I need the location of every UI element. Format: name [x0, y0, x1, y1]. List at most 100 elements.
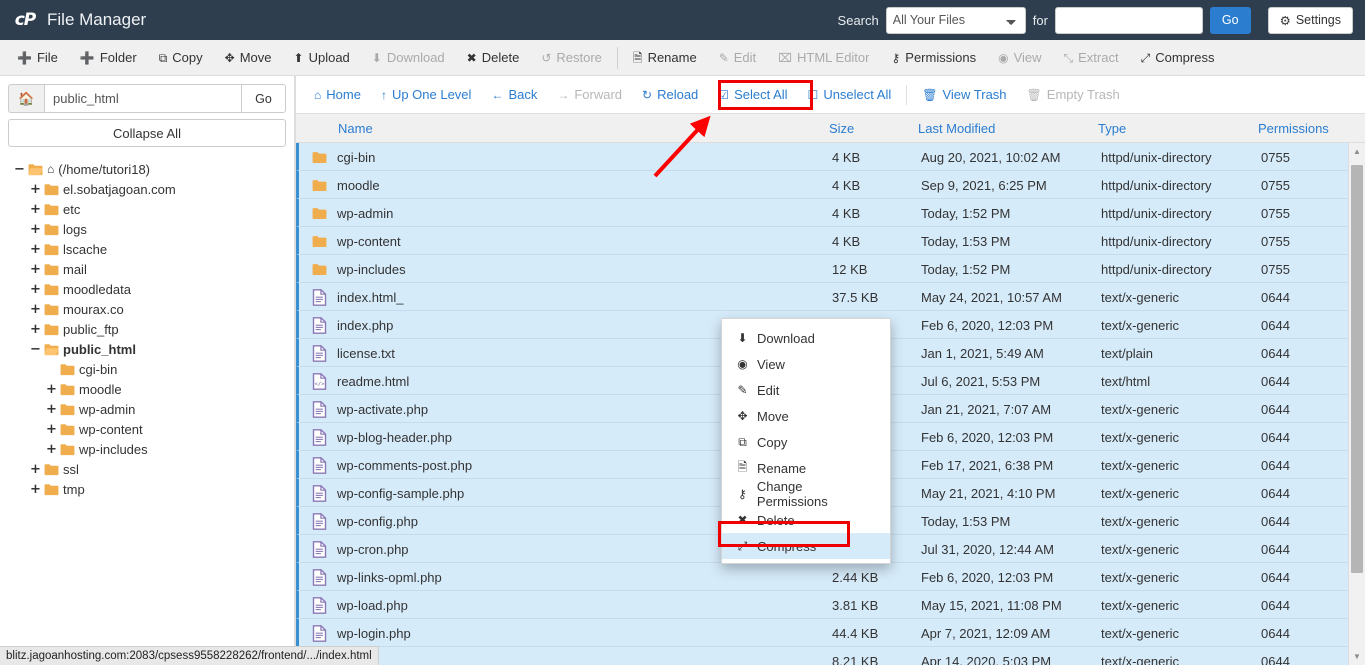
tree-node-public_html[interactable]: − public_html — [8, 339, 286, 359]
file-name[interactable]: wp-config-sample.php — [337, 479, 464, 507]
toolbar-button-rename[interactable]: 🗎 Rename — [622, 44, 708, 72]
nav-button-home[interactable]: ⌂ Home — [304, 82, 371, 108]
file-name[interactable]: readme.html — [337, 367, 409, 395]
tree-node-mourax.co[interactable]: + mourax.co — [8, 299, 286, 319]
column-header-type[interactable]: Type — [1098, 114, 1126, 143]
toolbar-button-upload[interactable]: ⬆ Upload — [283, 44, 361, 72]
context-menu-item-rename[interactable]: 🗎 Rename — [722, 455, 890, 481]
column-header-name[interactable]: Name — [338, 114, 373, 143]
tree-node-moodle[interactable]: + moodle — [8, 379, 286, 399]
expand-icon[interactable]: + — [46, 382, 57, 397]
expand-icon[interactable]: + — [30, 302, 41, 317]
path-input[interactable] — [44, 84, 241, 113]
expand-icon[interactable]: + — [30, 322, 41, 337]
context-menu-item-download[interactable]: ⬇ Download — [722, 325, 890, 351]
expand-icon[interactable]: + — [30, 222, 41, 237]
scroll-up-arrow-icon[interactable]: ▲ — [1349, 143, 1365, 160]
table-row[interactable]: index.html_ 37.5 KB May 24, 2021, 10:57 AM… — [296, 283, 1365, 311]
expand-icon[interactable]: + — [30, 482, 41, 497]
column-header-permissions[interactable]: Permissions — [1258, 114, 1329, 143]
file-name[interactable]: wp-blog-header.php — [337, 423, 452, 451]
toolbar-button-copy[interactable]: ⧉ Copy — [148, 44, 214, 72]
collapse-all-button[interactable]: Collapse All — [8, 119, 286, 147]
expand-icon[interactable]: + — [30, 282, 41, 297]
expand-icon[interactable]: + — [30, 262, 41, 277]
tree-node-hometutori18[interactable]: − ⌂ (/home/tutori18) — [8, 159, 286, 179]
file-name[interactable]: cgi-bin — [337, 143, 375, 171]
context-menu-item-move[interactable]: ✥ Move — [722, 403, 890, 429]
toolbar-button-permissions[interactable]: ⚷ Permissions — [880, 44, 987, 72]
expand-icon[interactable]: + — [30, 182, 41, 197]
file-name[interactable]: wp-load.php — [337, 591, 408, 619]
table-row[interactable]: wp-admin 4 KB Today, 1:52 PM httpd/unix-dir… — [296, 199, 1365, 227]
collapse-icon[interactable]: − — [30, 342, 41, 357]
nav-button-back[interactable]: ← Back — [481, 82, 547, 108]
toolbar-button-file[interactable]: ➕ File — [6, 44, 69, 72]
table-row[interactable]: cgi-bin 4 KB Aug 20, 2021, 10:02 AM httpd/u… — [296, 143, 1365, 171]
tree-node-lscache[interactable]: + lscache — [8, 239, 286, 259]
file-name[interactable]: wp-config.php — [337, 507, 418, 535]
file-name[interactable]: moodle — [337, 171, 380, 199]
table-row[interactable]: wp-content 4 KB Today, 1:53 PM httpd/unix-d… — [296, 227, 1365, 255]
tree-node-public_ftp[interactable]: + public_ftp — [8, 319, 286, 339]
scroll-down-arrow-icon[interactable]: ▼ — [1349, 648, 1365, 665]
context-menu-item-compress[interactable]: ⤢ Compress — [722, 533, 890, 559]
nav-button-select-all[interactable]: ☑ Select All — [708, 82, 797, 108]
tree-node-el.sobatjagoan.com[interactable]: + el.sobatjagoan.com — [8, 179, 286, 199]
collapse-icon[interactable]: − — [14, 162, 25, 177]
column-header-size[interactable]: Size — [829, 114, 854, 143]
expand-icon[interactable]: + — [30, 202, 41, 217]
expand-icon[interactable]: + — [30, 462, 41, 477]
column-header-last-modified[interactable]: Last Modified — [918, 114, 995, 143]
tree-node-wp-includes[interactable]: + wp-includes — [8, 439, 286, 459]
expand-icon[interactable]: + — [30, 242, 41, 257]
toolbar-button-move[interactable]: ✥ Move — [214, 44, 283, 72]
settings-button[interactable]: ⚙ Settings — [1267, 6, 1353, 34]
file-list-scrollbar[interactable]: ▲ ▼ — [1348, 143, 1365, 665]
context-menu-item-delete[interactable]: ✖ Delete — [722, 507, 890, 533]
toolbar-button-delete[interactable]: ✖ Delete — [456, 44, 531, 72]
file-name[interactable]: wp-activate.php — [337, 395, 428, 423]
nav-button-unselect-all[interactable]: ☐ Unselect All — [798, 82, 902, 108]
path-go-button[interactable]: Go — [241, 84, 286, 113]
context-menu-item-view[interactable]: ◉ View — [722, 351, 890, 377]
table-row[interactable]: 8.21 KB Apr 14, 2020, 5:03 PM text/x-gener… — [296, 647, 1365, 665]
nav-button-reload[interactable]: ↻ Reload — [632, 82, 708, 108]
tree-node-logs[interactable]: + logs — [8, 219, 286, 239]
toolbar-button-compress[interactable]: ⤢ Compress — [1130, 44, 1226, 72]
nav-button-view-trash[interactable]: 🗑 View Trash — [912, 82, 1016, 108]
tree-node-wp-admin[interactable]: + wp-admin — [8, 399, 286, 419]
expand-icon[interactable]: + — [46, 402, 57, 417]
expand-icon[interactable]: + — [46, 422, 57, 437]
search-go-button[interactable]: Go — [1209, 6, 1251, 34]
table-row[interactable]: wp-includes 12 KB Today, 1:52 PM httpd/unix… — [296, 255, 1365, 283]
file-name[interactable]: index.php — [337, 311, 393, 339]
file-name[interactable]: wp-content — [337, 227, 401, 255]
tree-node-wp-content[interactable]: + wp-content — [8, 419, 286, 439]
search-scope-select[interactable]: All Your Files — [885, 6, 1026, 34]
tree-node-mail[interactable]: + mail — [8, 259, 286, 279]
file-name[interactable]: wp-cron.php — [337, 535, 409, 563]
toolbar-button-folder[interactable]: ➕ Folder — [69, 44, 148, 72]
context-menu[interactable]: ⬇ Download ◉ View ✎ Edit ✥ Move ⧉ Copy 🗎 Rename ⚷ Cha… — [721, 318, 891, 564]
search-input[interactable] — [1054, 6, 1203, 34]
file-name[interactable]: wp-includes — [337, 255, 406, 283]
tree-node-etc[interactable]: + etc — [8, 199, 286, 219]
scrollbar-thumb[interactable] — [1351, 165, 1363, 573]
table-row[interactable]: wp-load.php 3.81 KB May 15, 2021, 11:08 PM… — [296, 591, 1365, 619]
file-name[interactable]: index.html_ — [337, 283, 403, 311]
file-name[interactable]: wp-comments-post.php — [337, 451, 472, 479]
home-icon[interactable]: 🏠 — [8, 84, 44, 113]
context-menu-item-change-permissions[interactable]: ⚷ Change Permissions — [722, 479, 890, 509]
context-menu-item-edit[interactable]: ✎ Edit — [722, 377, 890, 403]
file-name[interactable]: wp-login.php — [337, 619, 411, 647]
tree-node-tmp[interactable]: + tmp — [8, 479, 286, 499]
file-name[interactable]: wp-admin — [337, 199, 393, 227]
file-name[interactable]: license.txt — [337, 339, 395, 367]
tree-node-ssl[interactable]: + ssl — [8, 459, 286, 479]
tree-node-moodledata[interactable]: + moodledata — [8, 279, 286, 299]
tree-node-cgi-bin[interactable]: cgi-bin — [8, 359, 286, 379]
nav-button-up-one-level[interactable]: ↑ Up One Level — [371, 82, 482, 108]
file-name[interactable]: wp-links-opml.php — [337, 563, 442, 591]
expand-icon[interactable]: + — [46, 442, 57, 457]
